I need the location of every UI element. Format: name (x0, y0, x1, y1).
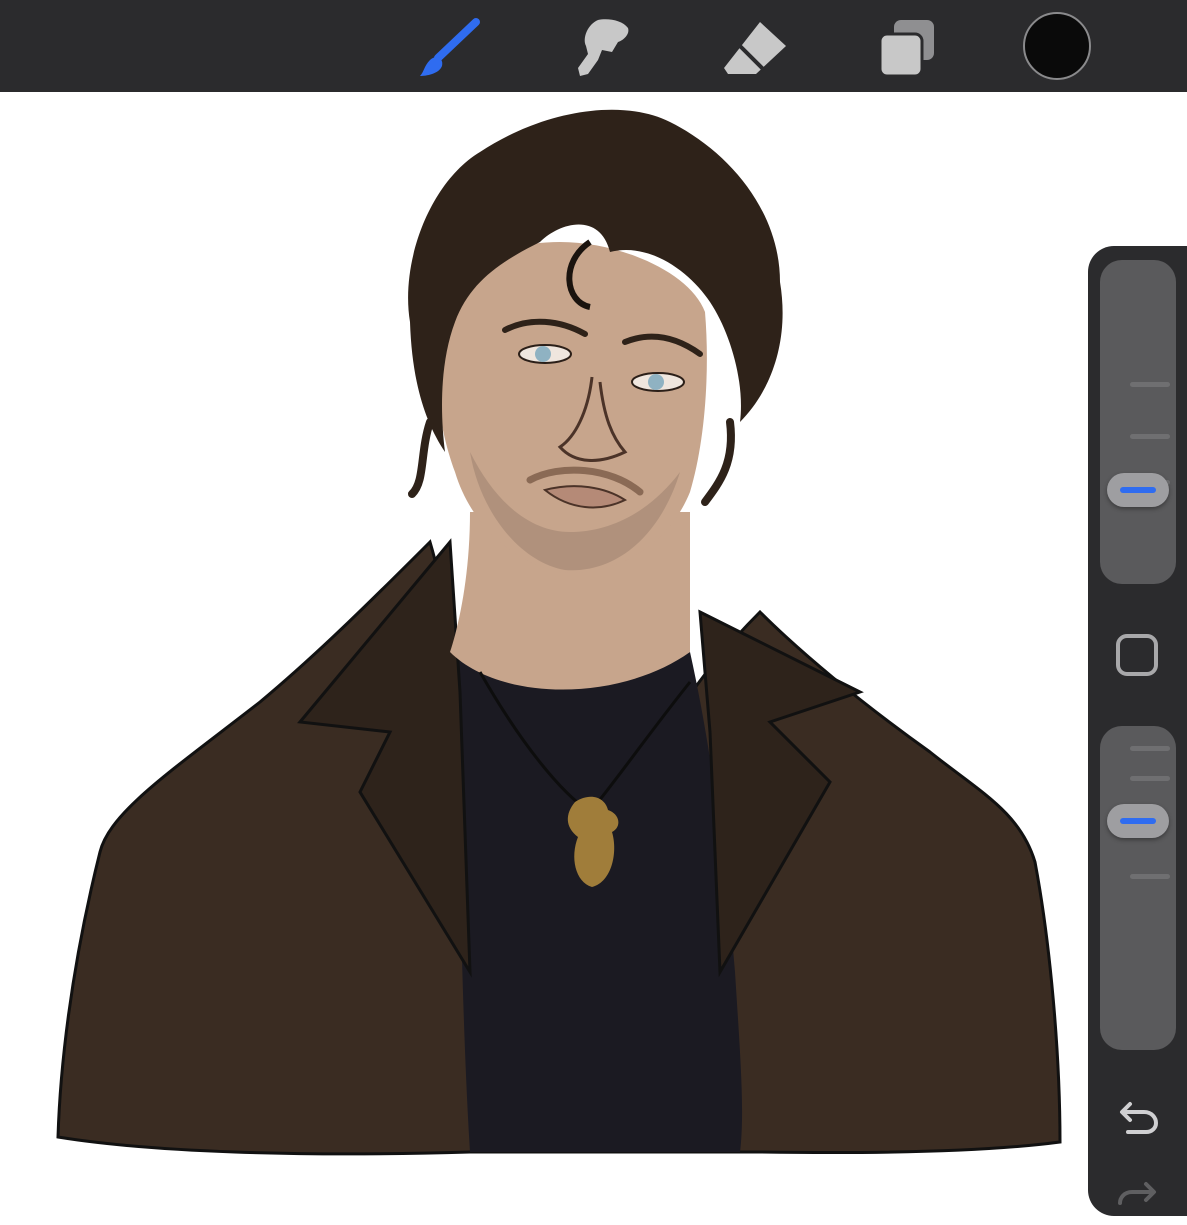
layers-icon (870, 16, 942, 78)
hair-strand-right (701, 418, 735, 506)
slider-tick (1130, 874, 1170, 879)
slider-tick (1130, 776, 1170, 781)
slider-tick (1130, 382, 1170, 387)
left-iris (535, 346, 551, 362)
hair-strand-left (408, 418, 434, 498)
undo-icon (1120, 1102, 1159, 1134)
slider-tick (1130, 746, 1170, 751)
right-sidebar (1088, 246, 1187, 1216)
slider-tick (1130, 434, 1170, 439)
opacity-slider[interactable] (1100, 726, 1176, 1050)
eraser-icon (720, 16, 792, 78)
eraser-tool-button[interactable] (720, 14, 792, 80)
brush-tool-button[interactable] (414, 14, 486, 80)
thumb-indicator (1120, 486, 1156, 493)
drawing-canvas[interactable] (0, 92, 1187, 1200)
color-picker-button[interactable] (1023, 12, 1091, 80)
portrait-illustration (56, 109, 1062, 1156)
brush-size-thumb[interactable] (1107, 472, 1169, 507)
shirt-shape (450, 652, 743, 1152)
brush-icon (414, 16, 486, 78)
redo-icon (1118, 1182, 1156, 1205)
modify-button[interactable] (1116, 634, 1158, 676)
undo-button[interactable] (1114, 1092, 1162, 1140)
layers-button[interactable] (870, 14, 942, 80)
smudge-tool-button[interactable] (568, 14, 640, 80)
top-toolbar (0, 0, 1187, 92)
brush-size-slider[interactable] (1100, 260, 1176, 584)
opacity-thumb[interactable] (1107, 803, 1169, 838)
redo-button[interactable] (1114, 1172, 1162, 1220)
thumb-indicator (1120, 817, 1156, 824)
smudge-icon (568, 16, 640, 78)
right-iris (648, 374, 664, 390)
